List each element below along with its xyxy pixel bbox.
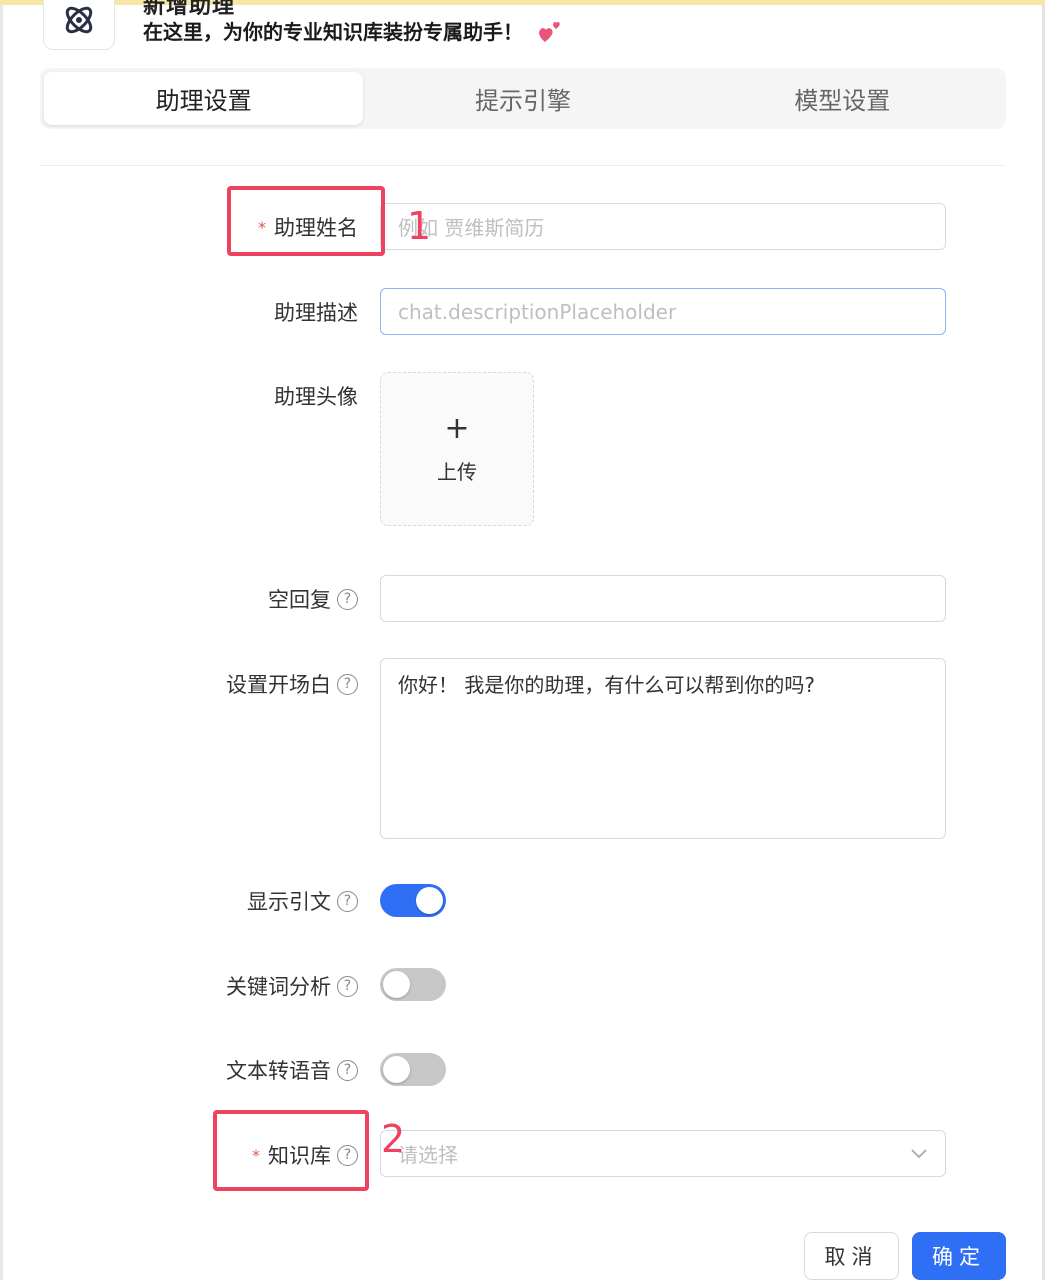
settings-tabs: 助理设置 提示引擎 模型设置 [40, 68, 1006, 129]
toggle-knob [416, 887, 443, 914]
description-label: 助理描述 [274, 297, 358, 327]
tts-label: 文本转语音 ? [226, 1055, 358, 1085]
name-input[interactable]: 例如 贾维斯简历 [380, 203, 946, 250]
cancel-button[interactable]: 取消 [804, 1232, 899, 1280]
window-left-edge [0, 5, 3, 1280]
help-icon[interactable]: ? [337, 890, 358, 912]
avatar-label: 助理头像 [274, 381, 358, 411]
annotation-box-2 [213, 1110, 369, 1191]
description-input[interactable]: chat.descriptionPlaceholder [380, 288, 946, 335]
tab-model-settings[interactable]: 模型设置 [683, 72, 1002, 125]
tab-prompt-engine[interactable]: 提示引擎 [363, 72, 682, 125]
toggle-knob [383, 971, 410, 998]
description-placeholder: chat.descriptionPlaceholder [398, 299, 677, 324]
header-divider [40, 165, 1006, 166]
annotation-box-1 [227, 186, 385, 256]
knowledge-base-placeholder: 请选择 [398, 1143, 458, 1167]
opener-label-text: 设置开场白 [226, 673, 331, 697]
avatar-upload-button[interactable]: + 上传 [380, 372, 534, 526]
knowledge-base-select[interactable]: 请选择 [380, 1130, 946, 1177]
keyword-analysis-label: 关键词分析 ? [226, 971, 358, 1001]
subtitle-text: 在这里，为你的专业知识库装扮专属助手！ [143, 20, 523, 44]
empty-response-input[interactable] [380, 575, 946, 622]
show-quote-label: 显示引文 ? [247, 886, 358, 916]
atom-icon [65, 6, 93, 34]
show-quote-toggle[interactable] [380, 884, 446, 917]
chevron-down-icon [911, 1148, 927, 1158]
help-icon[interactable]: ? [337, 1059, 358, 1081]
keyword-analysis-toggle[interactable] [380, 968, 446, 1001]
empty-response-label: 空回复 ? [268, 584, 358, 614]
opener-textarea[interactable]: 你好！ 我是你的助理，有什么可以帮到你的吗? [380, 658, 946, 839]
opener-label: 设置开场白 ? [226, 669, 358, 699]
description-label-text: 助理描述 [274, 301, 358, 325]
annotation-number-2: 2 [381, 1117, 406, 1161]
keyword-analysis-label-text: 关键词分析 [226, 975, 331, 999]
empty-response-label-text: 空回复 [268, 588, 331, 612]
show-quote-label-text: 显示引文 [247, 890, 331, 914]
modal-subtitle: 在这里，为你的专业知识库装扮专属助手！ [143, 16, 563, 45]
avatar-label-text: 助理头像 [274, 385, 358, 409]
help-icon[interactable]: ? [337, 588, 358, 610]
annotation-number-1: 1 [407, 204, 432, 248]
help-icon[interactable]: ? [337, 975, 358, 997]
help-icon[interactable]: ? [337, 673, 358, 695]
tab-assistant-settings[interactable]: 助理设置 [44, 72, 364, 125]
confirm-button[interactable]: 确定 [912, 1232, 1006, 1280]
upload-label: 上传 [437, 459, 477, 484]
tts-toggle[interactable] [380, 1053, 446, 1086]
tts-label-text: 文本转语音 [226, 1059, 331, 1083]
hearts-icon [539, 21, 560, 42]
assistant-logo [43, 0, 115, 50]
toggle-knob [383, 1056, 410, 1083]
plus-icon: + [444, 410, 470, 446]
